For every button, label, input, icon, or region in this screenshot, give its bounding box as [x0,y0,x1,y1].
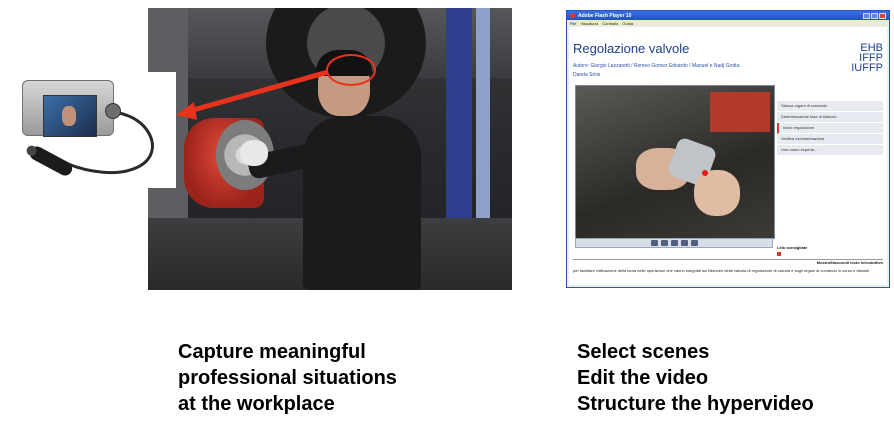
links-label: Link consigliate [777,245,808,250]
play-icon[interactable] [680,240,688,246]
scene-menu-item[interactable]: Determinazione fase di bilancio [777,112,883,123]
link-marker[interactable] [777,252,781,256]
window-titlebar: Adobe Flash Player 10 [567,11,889,20]
right-caption-line-3: Structure the hypervideo [577,393,814,415]
scene-menu-item[interactable]: Stacca organi di comando [777,101,883,112]
scene-menu-item[interactable]: Una mano esperta... [777,145,883,156]
right-caption: Select scenes Edit the video Structure t… [577,339,814,417]
forward-icon[interactable] [690,240,698,246]
menubar: File Visualizza Controllo Guida [567,20,889,26]
logo-line-3: IUFFP [851,62,883,74]
video-player[interactable] [575,85,775,239]
stop-icon[interactable] [670,240,678,246]
app-icon [570,13,575,18]
video-controls [575,238,773,248]
flash-player-window: Adobe Flash Player 10 File Visualizza Co… [566,10,890,288]
close-button[interactable] [879,12,886,19]
scene-menu: Stacca organi di comando Determinazione … [777,101,883,156]
rewind-icon[interactable] [650,240,658,246]
window-title: Adobe Flash Player 10 [578,12,632,19]
menu-view[interactable]: Visualizza [580,21,598,26]
minimize-button[interactable] [863,12,870,19]
scene-menu-item-active[interactable]: Inizio regolazione [777,123,883,134]
hypervideo-title: Regolazione valvole [573,41,690,56]
left-caption-line-1: Capture meaningful [178,341,366,363]
authors-line: Autore: Giorgio Lazzaretti / Romeo Gomez… [573,63,740,69]
menu-control[interactable]: Controllo [602,21,618,26]
left-caption-line-3: at the workplace [178,393,335,415]
authors-line-2: Danda Smis [573,72,601,78]
video-hand-right [694,170,740,216]
hotspot-marker[interactable] [702,170,708,176]
menu-help[interactable]: Guida [622,21,633,26]
intro-text: per facilitare l'attivazione della lama … [573,268,870,273]
intro-toggle[interactable]: Mostra/Nascondi testo introduttivo [573,259,883,266]
left-caption-line-2: professional situations [178,367,397,389]
scene-menu-item[interactable]: Verifica movimentazione [777,134,883,145]
right-caption-line-1: Select scenes [577,341,710,363]
step-back-icon[interactable] [660,240,668,246]
menu-file[interactable]: File [570,21,576,26]
ehb-logo: EHB IFFP IUFFP [851,43,883,74]
hypervideo-content: Regolazione valvole Autore: Giorgio Lazz… [569,27,887,285]
maximize-button[interactable] [871,12,878,19]
left-caption: Capture meaningful professional situatio… [178,339,397,417]
video-background-object [710,92,770,132]
right-caption-line-2: Edit the video [577,367,709,389]
